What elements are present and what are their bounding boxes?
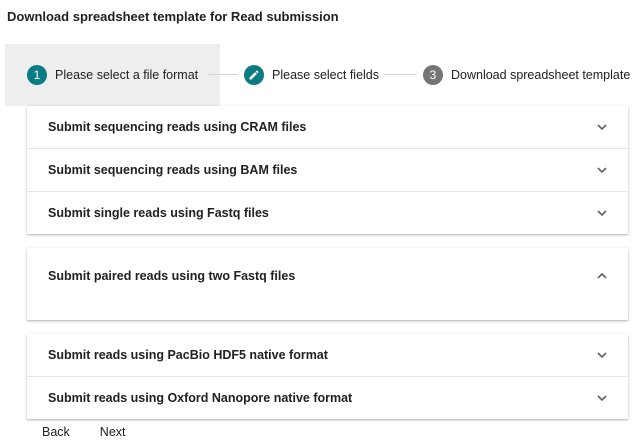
page-title: Download spreadsheet template for Read s…: [7, 9, 339, 24]
chevron-up-icon[interactable]: [596, 270, 608, 282]
step-select-fields[interactable]: Please select fields: [244, 64, 379, 86]
accordion-group-bottom: Submit reads using PacBio HDF5 native fo…: [27, 334, 628, 419]
panel-header-nanopore[interactable]: Submit reads using Oxford Nanopore nativ…: [27, 377, 628, 419]
step-connector: [384, 74, 417, 75]
stepper-actions: Back Next: [42, 425, 126, 439]
panel-title: Submit sequencing reads using BAM files: [48, 163, 298, 177]
panel-title: Submit single reads using Fastq files: [48, 206, 269, 220]
step-connector: [208, 74, 238, 75]
next-button[interactable]: Next: [100, 425, 126, 439]
chevron-down-icon[interactable]: [596, 121, 608, 133]
back-button[interactable]: Back: [42, 425, 70, 439]
panel-paired-fastq-expanded: Submit paired reads using two Fastq file…: [27, 248, 628, 320]
step-1-circle: 1: [27, 65, 47, 85]
step-select-file-format[interactable]: 1 Please select a file format: [27, 64, 198, 86]
panel-header-bam[interactable]: Submit sequencing reads using BAM files: [27, 149, 628, 191]
panel-title: Submit reads using Oxford Nanopore nativ…: [48, 391, 353, 405]
step-3-circle: 3: [423, 65, 443, 85]
panel-header-single-fastq[interactable]: Submit single reads using Fastq files: [27, 192, 628, 234]
chevron-down-icon[interactable]: [596, 392, 608, 404]
panel-title: Submit paired reads using two Fastq file…: [48, 269, 296, 283]
file-format-accordion: Submit sequencing reads using CRAM files…: [27, 106, 628, 419]
step-1-number: 1: [33, 68, 41, 82]
chevron-down-icon[interactable]: [596, 164, 608, 176]
accordion-group-top: Submit sequencing reads using CRAM files…: [27, 106, 628, 234]
step-2-label: Please select fields: [272, 68, 380, 82]
panel-body: [27, 304, 628, 320]
step-1-label: Please select a file format: [55, 68, 199, 82]
chevron-down-icon[interactable]: [596, 207, 608, 219]
panel-header-paired-fastq[interactable]: Submit paired reads using two Fastq file…: [27, 248, 628, 304]
chevron-down-icon[interactable]: [596, 349, 608, 361]
step-download-template[interactable]: 3 Download spreadsheet template: [423, 64, 630, 86]
panel-header-pacbio[interactable]: Submit reads using PacBio HDF5 native fo…: [27, 334, 628, 376]
panel-header-cram[interactable]: Submit sequencing reads using CRAM files: [27, 106, 628, 148]
step-3-number: 3: [429, 68, 437, 82]
step-2-circle: [244, 65, 264, 85]
panel-title: Submit reads using PacBio HDF5 native fo…: [48, 348, 328, 362]
pencil-icon: [249, 70, 259, 80]
panel-title: Submit sequencing reads using CRAM files: [48, 120, 307, 134]
step-3-label: Download spreadsheet template: [451, 68, 631, 82]
